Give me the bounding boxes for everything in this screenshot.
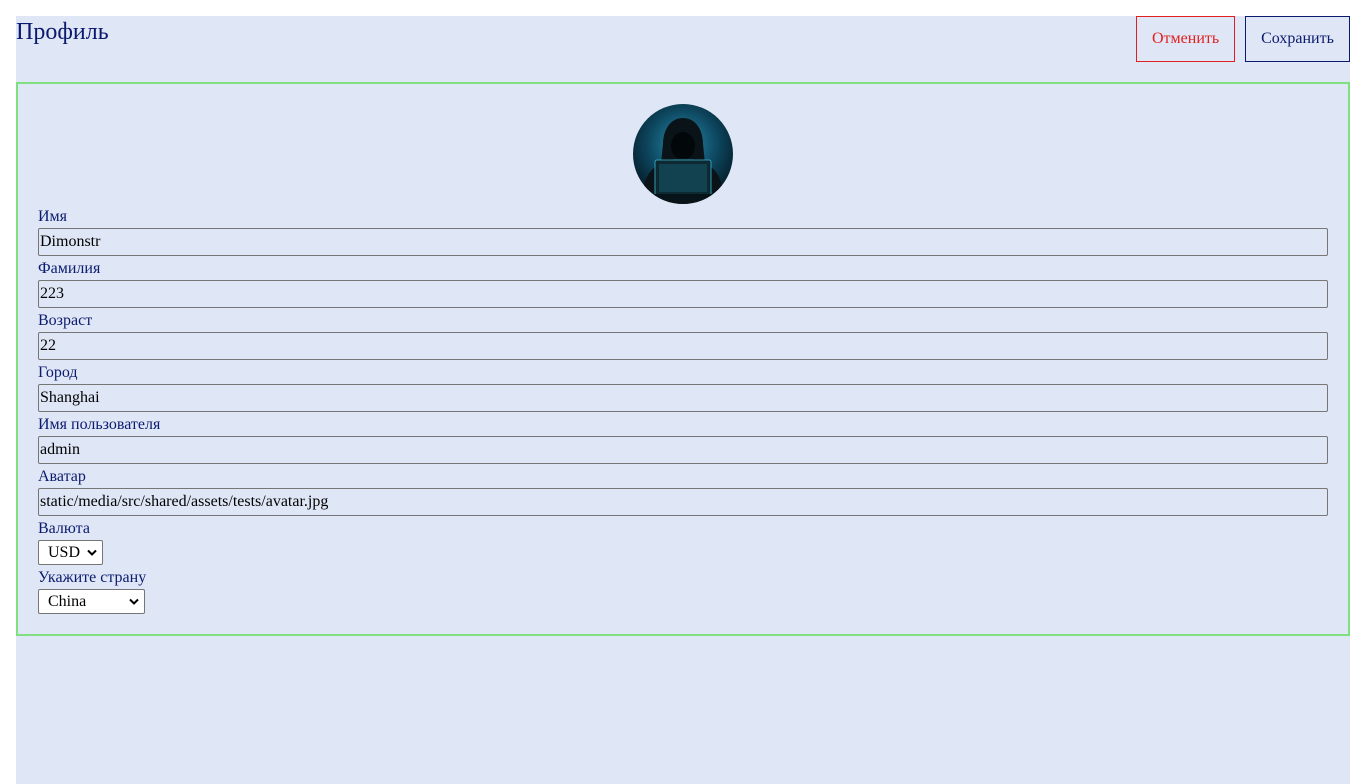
city-label: Город — [38, 364, 78, 381]
first-name-input[interactable] — [38, 228, 1328, 256]
currency-label: Валюта — [38, 520, 90, 537]
currency-select[interactable]: USD — [38, 540, 103, 565]
username-label: Имя пользователя — [38, 416, 161, 433]
country-label: Укажите страну — [38, 569, 147, 586]
avatar-container — [38, 104, 1328, 204]
page-header: Профиль Отменить Сохранить — [16, 16, 1350, 78]
currency-selected-value: USD — [48, 544, 81, 561]
save-button[interactable]: Сохранить — [1245, 16, 1350, 62]
country-selected-value: China — [48, 593, 87, 610]
cancel-button[interactable]: Отменить — [1136, 16, 1235, 62]
username-input[interactable] — [38, 436, 1328, 464]
profile-card: Имя Фамилия Возраст Город Имя пользовате… — [16, 82, 1350, 636]
avatar-url-input[interactable] — [38, 488, 1328, 516]
first-name-label: Имя — [38, 208, 68, 225]
header-actions: Отменить Сохранить — [1136, 16, 1350, 62]
avatar — [633, 104, 733, 204]
country-select[interactable]: China — [38, 589, 145, 614]
avatar-url-label: Аватар — [38, 468, 86, 485]
hacker-avatar-icon — [633, 104, 733, 204]
last-name-input[interactable] — [38, 280, 1328, 308]
page-title: Профиль — [16, 19, 109, 45]
chevron-down-icon — [129, 598, 139, 605]
chevron-down-icon — [87, 549, 97, 556]
last-name-label: Фамилия — [38, 260, 101, 277]
age-label: Возраст — [38, 312, 93, 329]
age-input[interactable] — [38, 332, 1328, 360]
profile-page: Профиль Отменить Сохранить Имя Dimonstr … — [16, 16, 1350, 784]
city-input[interactable] — [38, 384, 1328, 412]
